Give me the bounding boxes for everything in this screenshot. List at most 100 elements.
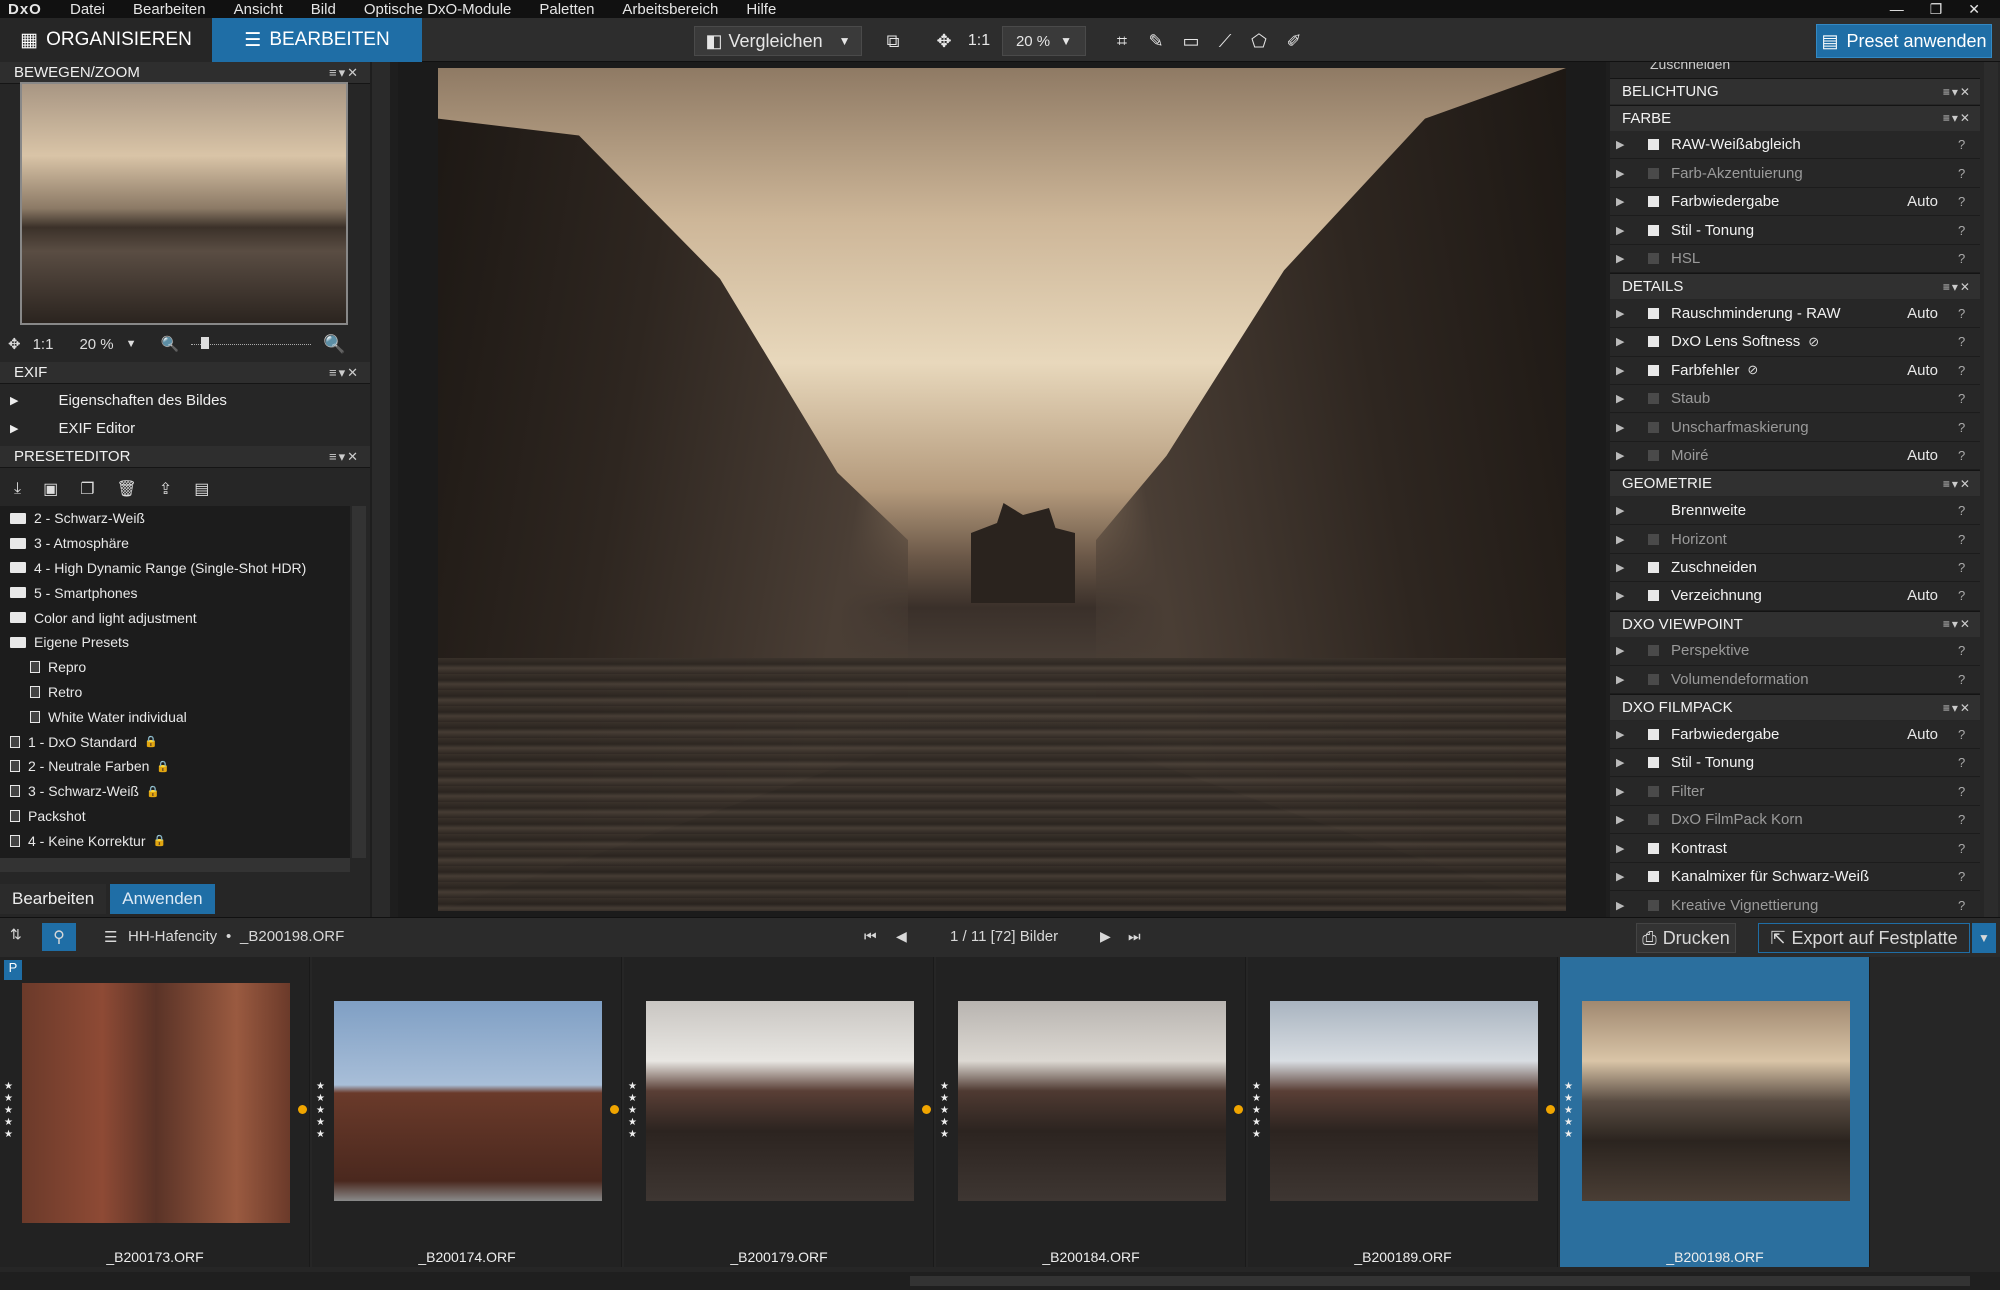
chevron-right-icon[interactable]: ▶ xyxy=(1616,589,1634,602)
enable-toggle[interactable] xyxy=(1648,728,1659,740)
rating-stars-icon[interactable]: ★ ★ ★ ★ ★ xyxy=(628,1081,638,1141)
menu-optische-module[interactable]: Optische DxO-Module xyxy=(350,1,526,18)
panel-controls-icon[interactable]: ≡▾✕ xyxy=(1943,477,1980,491)
import-preset-icon[interactable]: ⤓ xyxy=(14,480,21,498)
preset-item[interactable]: Retro xyxy=(0,680,350,705)
side-by-side-icon[interactable]: ⧉ xyxy=(878,26,908,56)
help-icon[interactable]: ? xyxy=(1958,166,1972,181)
menu-paletten[interactable]: Paletten xyxy=(525,1,608,18)
palette-header-farbe[interactable]: FARBE ≡▾✕ xyxy=(1610,104,1980,131)
horizon-icon[interactable]: ▭ xyxy=(1176,26,1206,56)
chevron-right-icon[interactable]: ▶ xyxy=(1616,644,1634,657)
enable-toggle[interactable] xyxy=(1648,842,1659,854)
chevron-right-icon[interactable]: ▶ xyxy=(1616,252,1634,265)
correction-row[interactable]: ▶ Horizont? xyxy=(1610,525,1980,554)
panel-controls-icon[interactable]: ≡▾✕ xyxy=(1943,617,1980,631)
enable-toggle[interactable] xyxy=(1648,307,1659,319)
apply-preset-button[interactable]: ▤ Preset anwenden xyxy=(1816,24,1992,58)
chevron-right-icon[interactable]: ▶ xyxy=(1616,533,1634,546)
preset-item[interactable]: 5 - Smartphones xyxy=(0,580,350,605)
chevron-right-icon[interactable]: ▶ xyxy=(1616,785,1634,798)
exif-item-editor[interactable]: ▶ EXIF Editor xyxy=(0,414,370,442)
chevron-right-icon[interactable]: ▶ xyxy=(1616,899,1634,912)
enable-toggle[interactable] xyxy=(1648,505,1659,516)
chevron-down-icon[interactable]: ▼ xyxy=(126,338,137,350)
preset-list-scrollbar[interactable] xyxy=(352,506,366,858)
enable-toggle[interactable] xyxy=(1648,533,1659,545)
help-icon[interactable]: ? xyxy=(1958,755,1972,770)
preset-item[interactable]: 2 - Neutrale Farben 🔒 xyxy=(0,754,350,779)
menu-hilfe[interactable]: Hilfe xyxy=(732,1,790,18)
chevron-right-icon[interactable]: ▶ xyxy=(1616,728,1634,741)
chevron-right-icon[interactable]: ▶ xyxy=(1616,167,1634,180)
export-dropdown[interactable]: ▼ xyxy=(1972,923,1996,953)
help-icon[interactable]: ? xyxy=(1958,727,1972,742)
correction-row[interactable]: ▶ DxO Lens Softness ⊘? xyxy=(1610,328,1980,357)
menu-datei[interactable]: Datei xyxy=(56,1,119,18)
preset-item[interactable]: Eigene Presets xyxy=(0,630,350,655)
panel-controls-icon[interactable]: ≡▾✕ xyxy=(1943,280,1980,294)
correction-row[interactable]: ▶ Brennweite? xyxy=(1610,496,1980,526)
panel-controls-icon[interactable]: ≡▾✕ xyxy=(1943,701,1980,715)
preset-item[interactable]: Color and light adjustment xyxy=(0,605,350,630)
print-button[interactable]: ⎙ Drucken xyxy=(1636,923,1736,953)
zoom-slider[interactable] xyxy=(191,337,312,349)
chevron-right-icon[interactable]: ▶ xyxy=(1616,504,1634,517)
menu-bearbeiten[interactable]: Bearbeiten xyxy=(119,1,220,18)
repair-brush-icon[interactable]: ✐ xyxy=(1280,26,1308,56)
tab-organize[interactable]: ▦ ORGANISIEREN xyxy=(0,18,212,62)
enable-toggle[interactable] xyxy=(1648,673,1659,685)
exif-item-properties[interactable]: ▶ Eigenschaften des Bildes xyxy=(0,386,370,414)
filter-icon[interactable]: ⚲ xyxy=(42,923,76,951)
rename-preset-icon[interactable]: ▤ xyxy=(194,479,209,499)
enable-toggle[interactable] xyxy=(1648,336,1659,348)
enable-toggle[interactable] xyxy=(1648,645,1659,657)
help-icon[interactable]: ? xyxy=(1958,898,1972,913)
preset-item[interactable]: 3 - Schwarz-Weiß 🔒 xyxy=(0,779,350,804)
correction-row[interactable]: ▶ HSL? xyxy=(1610,244,1980,274)
tab-anwenden[interactable]: Anwenden xyxy=(110,884,215,914)
correction-row[interactable]: ▶ Stil - Tonung? xyxy=(1610,749,1980,778)
chevron-right-icon[interactable]: ▶ xyxy=(1616,195,1634,208)
preset-item[interactable]: Repro xyxy=(0,655,350,680)
enable-toggle[interactable] xyxy=(1648,899,1659,911)
preset-item[interactable]: 4 - Keine Korrektur 🔒 xyxy=(0,828,350,853)
correction-row[interactable]: ▶ Verzeichnung Auto? xyxy=(1610,582,1980,611)
help-icon[interactable]: ? xyxy=(1958,251,1972,266)
chevron-right-icon[interactable]: ▶ xyxy=(1616,813,1634,826)
help-icon[interactable]: ? xyxy=(1958,503,1972,518)
help-icon[interactable]: ? xyxy=(1958,784,1972,799)
menu-bild[interactable]: Bild xyxy=(297,1,350,18)
menu-arbeitsbereich[interactable]: Arbeitsbereich xyxy=(608,1,732,18)
enable-toggle[interactable] xyxy=(1648,785,1659,797)
correction-row[interactable]: ▶ Kontrast? xyxy=(1610,834,1980,863)
enable-toggle[interactable] xyxy=(1648,224,1659,236)
help-icon[interactable]: ? xyxy=(1958,391,1972,406)
filmstrip-thumb[interactable]: ★ ★ ★ ★ ★ _B200173.ORF xyxy=(0,957,310,1267)
preset-item[interactable]: 2 - Schwarz-Weiß xyxy=(0,506,350,531)
left-panel-scrollbar[interactable] xyxy=(372,62,390,917)
help-icon[interactable]: ? xyxy=(1958,643,1972,658)
delete-preset-icon[interactable]: 🗑 xyxy=(117,479,137,499)
tab-bearbeiten[interactable]: Bearbeiten xyxy=(0,884,107,914)
help-icon[interactable]: ? xyxy=(1958,194,1972,209)
enable-toggle[interactable] xyxy=(1648,196,1659,208)
help-icon[interactable]: ? xyxy=(1958,532,1972,547)
filmstrip-scroll-thumb[interactable] xyxy=(910,1276,1970,1286)
chevron-right-icon[interactable]: ▶ xyxy=(1616,870,1634,883)
enable-toggle[interactable] xyxy=(1648,252,1659,264)
move-icon[interactable]: ✥ xyxy=(930,26,958,56)
filmstrip-thumb[interactable]: ★ ★ ★ ★ ★ _B200189.ORF xyxy=(1248,957,1558,1267)
prev-image-icon[interactable]: ◀ xyxy=(896,928,907,945)
help-icon[interactable]: ? xyxy=(1958,560,1972,575)
tab-edit[interactable]: ☰ BEARBEITEN xyxy=(212,18,422,62)
export-preset-icon[interactable]: ⇪ xyxy=(159,479,172,499)
filmstrip-thumb[interactable]: ★ ★ ★ ★ ★ _B200174.ORF xyxy=(312,957,622,1267)
preset-item[interactable]: Packshot xyxy=(0,804,350,829)
enable-toggle[interactable] xyxy=(1648,139,1659,151)
help-icon[interactable]: ? xyxy=(1958,420,1972,435)
help-icon[interactable]: ? xyxy=(1958,448,1972,463)
enable-toggle[interactable] xyxy=(1648,364,1659,376)
correction-row[interactable]: ▶ Farbfehler ⊘ Auto? xyxy=(1610,356,1980,386)
next-image-icon[interactable]: ▶ xyxy=(1100,928,1111,945)
